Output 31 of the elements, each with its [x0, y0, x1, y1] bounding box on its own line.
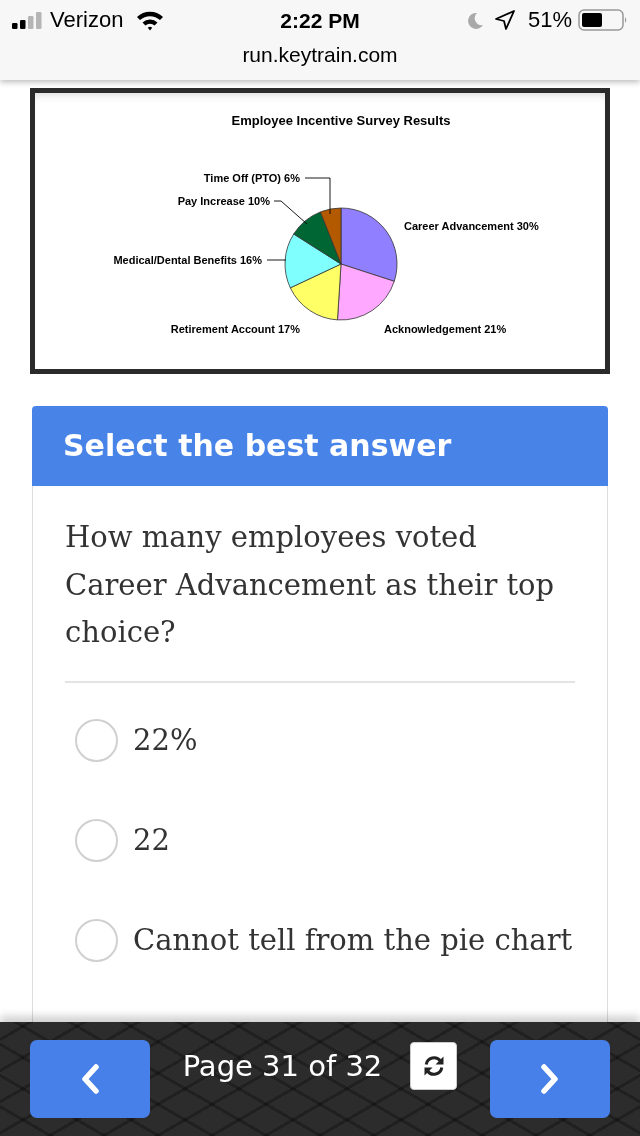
data-label: Medical/Dental Benefits 16% — [113, 254, 262, 266]
chart-title: Employee Incentive Survey Results — [231, 113, 451, 128]
moon-icon — [465, 11, 483, 29]
answer-option[interactable]: 22 — [133, 823, 170, 858]
answer-option[interactable]: Cannot tell from the pie chart — [133, 923, 573, 958]
question-text: How many employees voted Career Advancement as their top choice? — [65, 519, 556, 651]
chevron-left-icon — [80, 1064, 100, 1094]
card-header-title: Select the best answer — [63, 431, 452, 461]
battery-percent: 51% — [527, 9, 572, 31]
signal-icon — [12, 11, 42, 29]
previous-button[interactable] — [30, 1040, 150, 1118]
carrier-name: Verizon — [50, 9, 124, 31]
page-indicator: Page 31 of 32 — [182, 1051, 383, 1081]
radio-button[interactable] — [75, 819, 118, 862]
radio-button[interactable] — [75, 719, 118, 762]
data-label: Acknowledgement 21% — [384, 323, 507, 335]
data-label: Pay Increase 10% — [177, 195, 270, 207]
location-arrow-icon — [494, 10, 515, 30]
data-label: Career Advancement 30% — [404, 220, 539, 232]
clock-time: 2:22 PM — [280, 9, 360, 31]
url-text: run.keytrain.com — [242, 44, 398, 65]
leader-line — [266, 259, 287, 261]
radio-button[interactable] — [75, 919, 118, 962]
answer-option[interactable]: 22% — [133, 723, 198, 758]
data-label: Retirement Account 17% — [170, 323, 300, 335]
refresh-button[interactable] — [410, 1042, 458, 1090]
next-button[interactable] — [490, 1040, 610, 1118]
battery-icon — [578, 9, 628, 31]
data-label: Time Off (PTO) 6% — [203, 172, 300, 184]
wifi-icon — [136, 9, 165, 31]
chevron-right-icon — [540, 1064, 560, 1094]
